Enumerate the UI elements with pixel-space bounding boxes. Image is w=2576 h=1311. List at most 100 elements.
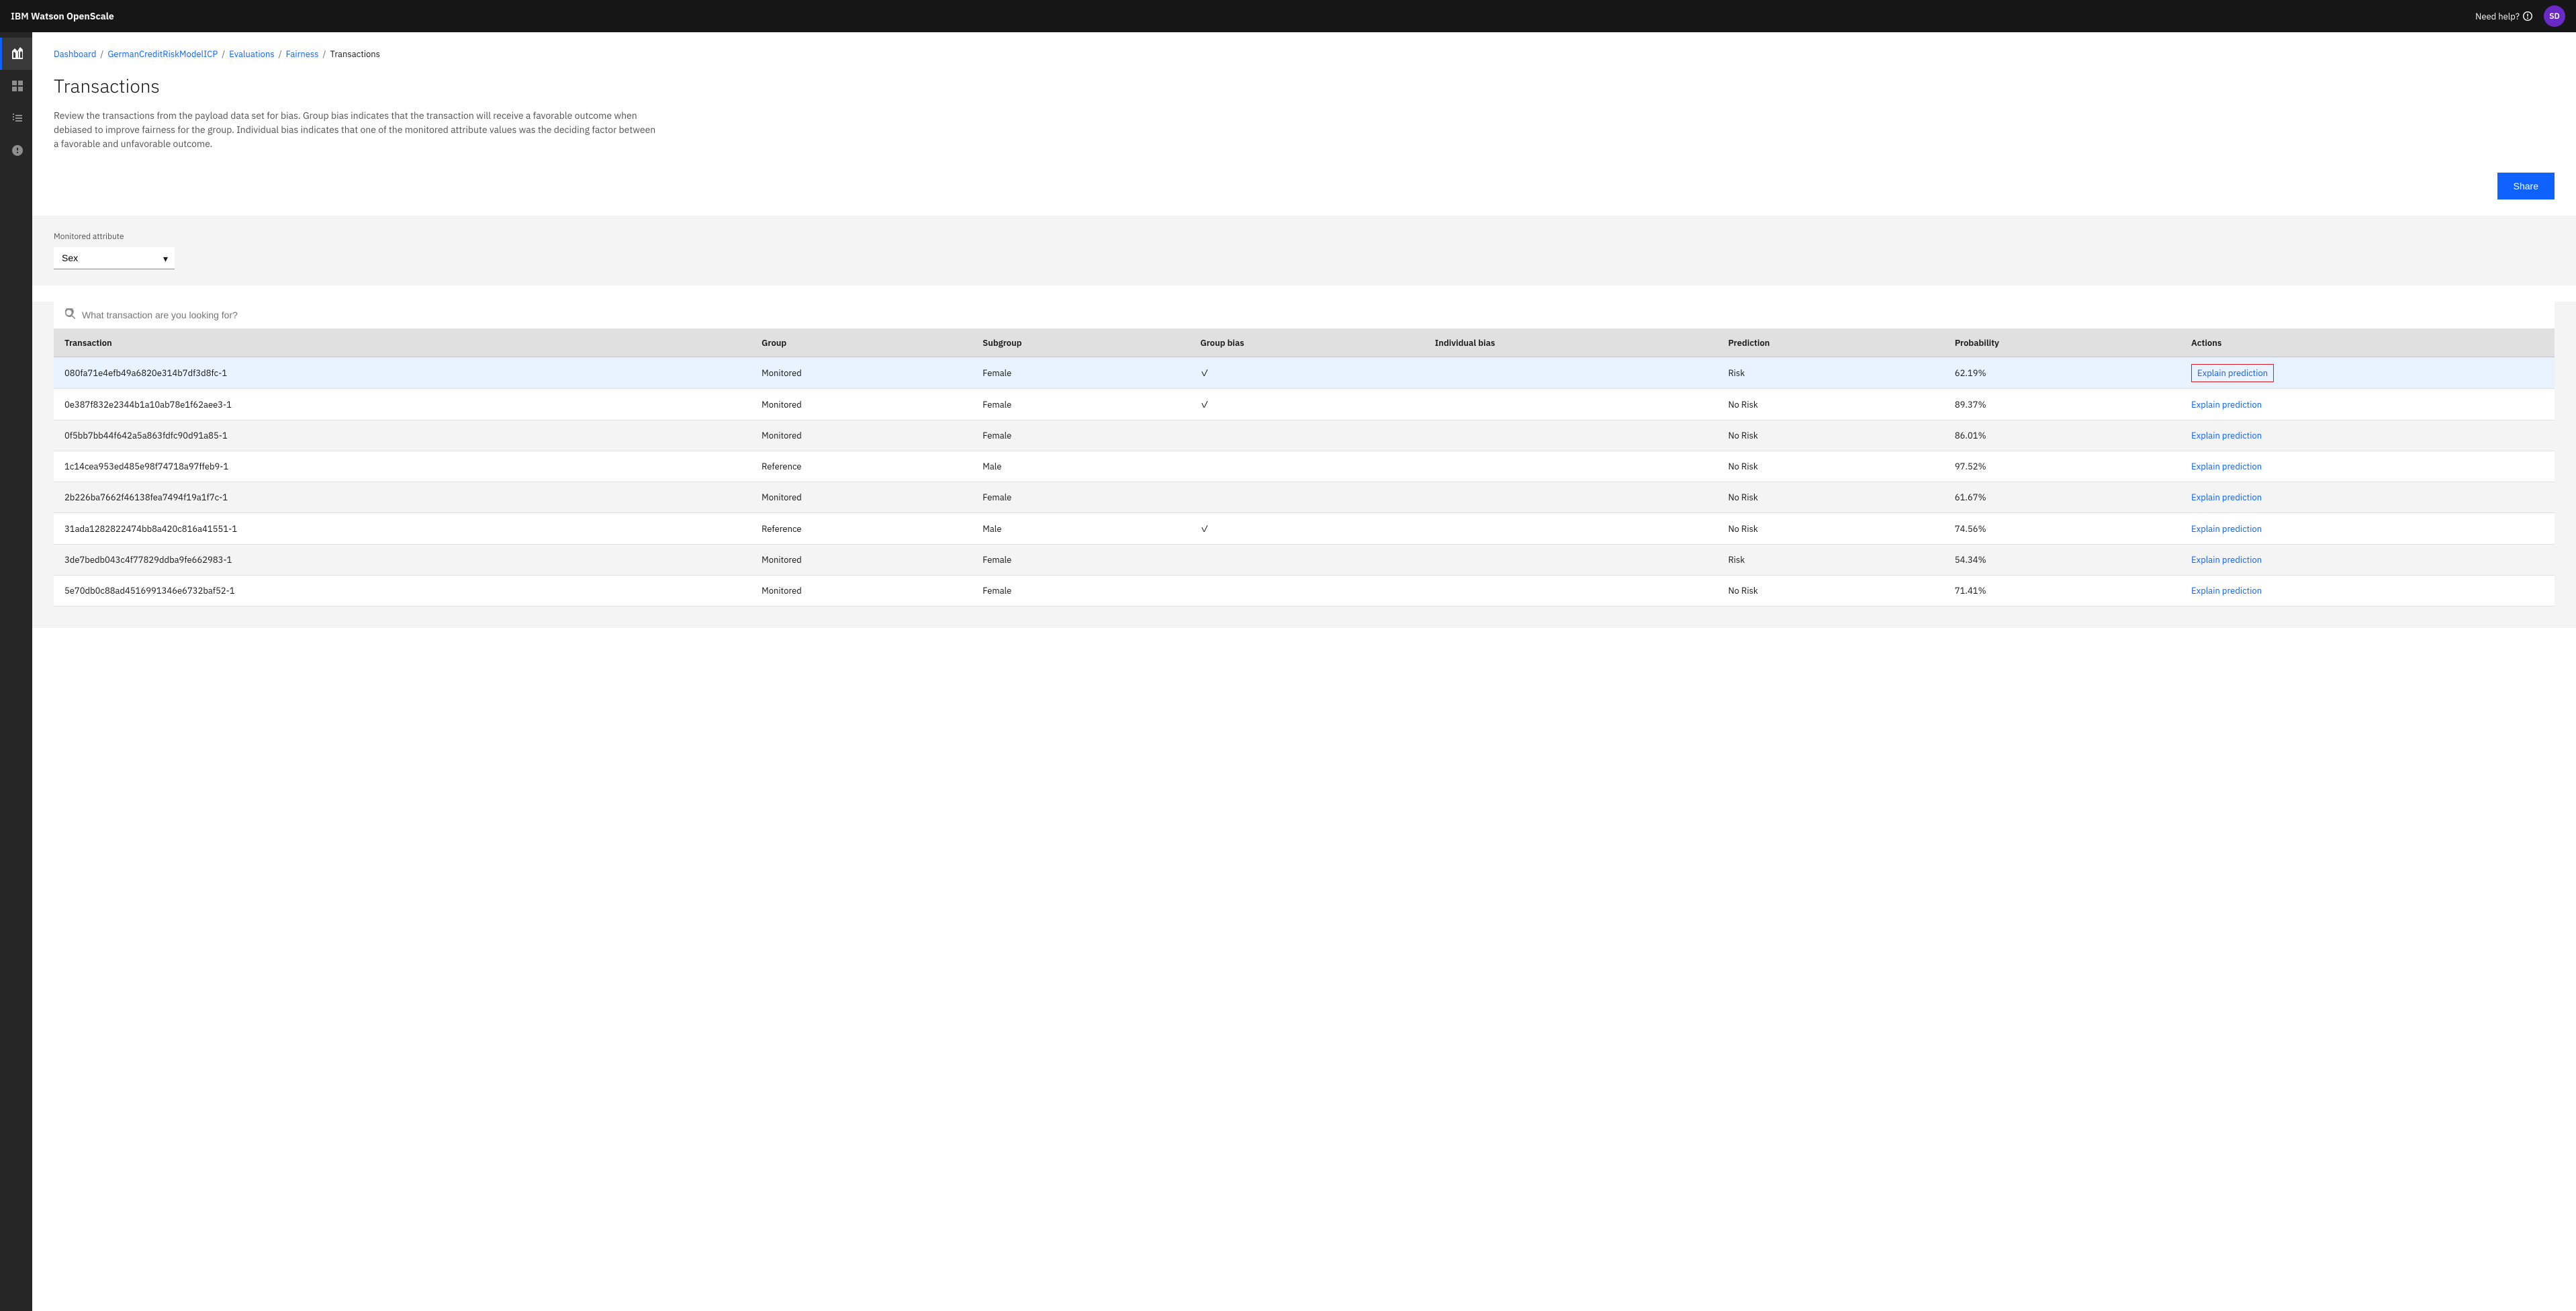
cell-probability: 86.01% — [1944, 420, 2180, 451]
cell-prediction: No Risk — [1717, 576, 1943, 606]
avatar[interactable]: SD — [2544, 5, 2565, 27]
cell-individual-bias — [1424, 576, 1718, 606]
table-row: 31ada1282822474bb8a420c816a41551-1Refere… — [54, 513, 2555, 545]
monitored-attribute-dropdown[interactable]: Sex Age — [54, 247, 175, 269]
cell-group: Monitored — [751, 357, 972, 389]
col-header-group: Group — [751, 329, 972, 357]
breadcrumb-model[interactable]: GermanCreditRiskModelICP — [107, 48, 218, 60]
cell-subgroup: Male — [972, 513, 1189, 545]
cell-prediction: No Risk — [1717, 451, 1943, 482]
breadcrumb-evaluations[interactable]: Evaluations — [229, 48, 274, 60]
sidebar-item-tune[interactable] — [0, 102, 32, 134]
help-icon — [11, 144, 24, 157]
cell-individual-bias — [1424, 482, 1718, 513]
cell-individual-bias — [1424, 545, 1718, 576]
breadcrumb-sep-2: / — [222, 48, 225, 60]
breadcrumb-sep-1: / — [100, 48, 103, 60]
cell-group: Monitored — [751, 482, 972, 513]
cell-group-bias: ✓ — [1189, 389, 1424, 420]
cell-group-bias — [1189, 451, 1424, 482]
transactions-table: Transaction Group Subgroup Group bias In… — [54, 329, 2555, 606]
table-row: 1c14cea953ed485e98f74718a97ffeb9-1Refere… — [54, 451, 2555, 482]
sidebar-item-help[interactable] — [0, 134, 32, 167]
cell-group-bias — [1189, 576, 1424, 606]
checkmark-icon: ✓ — [1200, 523, 1209, 535]
table-section: Transaction Group Subgroup Group bias In… — [32, 329, 2576, 628]
cell-group: Monitored — [751, 545, 972, 576]
filter-section: Monitored attribute Sex Age — [32, 216, 2576, 285]
cell-probability: 71.41% — [1944, 576, 2180, 606]
share-section: Share — [54, 173, 2555, 199]
sidebar-item-grid[interactable] — [0, 70, 32, 102]
analytics-icon — [11, 47, 24, 60]
sidebar-item-analytics[interactable] — [0, 38, 32, 70]
table-row: 5e70db0c88ad4516991346e6732baf52-1Monito… — [54, 576, 2555, 606]
col-header-transaction: Transaction — [54, 329, 751, 357]
cell-actions: Explain prediction — [2180, 420, 2555, 451]
cell-probability: 61.67% — [1944, 482, 2180, 513]
breadcrumb-current: Transactions — [330, 48, 380, 60]
cell-subgroup: Female — [972, 545, 1189, 576]
cell-prediction: Risk — [1717, 357, 1943, 389]
cell-transaction: 1c14cea953ed485e98f74718a97ffeb9-1 — [54, 451, 751, 482]
table-header-row: Transaction Group Subgroup Group bias In… — [54, 329, 2555, 357]
breadcrumb-sep-4: / — [323, 48, 326, 60]
cell-prediction: No Risk — [1717, 420, 1943, 451]
cell-transaction: 3de7bedb043c4f77829ddba9fe662983-1 — [54, 545, 751, 576]
tune-icon — [11, 111, 24, 125]
breadcrumb-fairness[interactable]: Fairness — [286, 48, 319, 60]
cell-transaction: 2b226ba7662f46138fea7494f19a1f7c-1 — [54, 482, 751, 513]
col-header-individual-bias: Individual bias — [1424, 329, 1718, 357]
cell-actions: Explain prediction — [2180, 482, 2555, 513]
need-help-link[interactable]: Need help? — [2475, 11, 2533, 22]
cell-prediction: No Risk — [1717, 513, 1943, 545]
cell-probability: 89.37% — [1944, 389, 2180, 420]
cell-actions: Explain prediction — [2180, 389, 2555, 420]
checkmark-icon: ✓ — [1200, 367, 1209, 379]
dropdown-wrapper: Sex Age — [54, 247, 175, 269]
table-row: 3de7bedb043c4f77829ddba9fe662983-1Monito… — [54, 545, 2555, 576]
cell-group-bias — [1189, 482, 1424, 513]
cell-actions: Explain prediction — [2180, 545, 2555, 576]
col-header-subgroup: Subgroup — [972, 329, 1189, 357]
cell-probability: 54.34% — [1944, 545, 2180, 576]
breadcrumb-dashboard[interactable]: Dashboard — [54, 48, 96, 60]
sidebar — [0, 32, 32, 1311]
cell-actions: Explain prediction — [2180, 451, 2555, 482]
page-description: Review the transactions from the payload… — [54, 109, 658, 151]
explain-prediction-link[interactable]: Explain prediction — [2191, 523, 2262, 535]
explain-prediction-link[interactable]: Explain prediction — [2191, 554, 2262, 566]
brand-name: IBM Watson OpenScale — [11, 10, 114, 22]
cell-transaction: 0e387f832e2344b1a10ab78e1f62aee3-1 — [54, 389, 751, 420]
explain-prediction-link[interactable]: Explain prediction — [2191, 430, 2262, 441]
cell-transaction: 5e70db0c88ad4516991346e6732baf52-1 — [54, 576, 751, 606]
cell-individual-bias — [1424, 357, 1718, 389]
explain-prediction-link[interactable]: Explain prediction — [2191, 364, 2274, 382]
cell-subgroup: Female — [972, 420, 1189, 451]
search-section — [32, 302, 2576, 329]
explain-prediction-link[interactable]: Explain prediction — [2191, 399, 2262, 410]
explain-prediction-link[interactable]: Explain prediction — [2191, 461, 2262, 472]
cell-prediction: Risk — [1717, 545, 1943, 576]
explain-prediction-link[interactable]: Explain prediction — [2191, 492, 2262, 503]
explain-prediction-link[interactable]: Explain prediction — [2191, 585, 2262, 596]
cell-group: Monitored — [751, 420, 972, 451]
search-input[interactable] — [82, 310, 2544, 320]
cell-transaction: 080fa71e4efb49a6820e314b7df3d8fc-1 — [54, 357, 751, 389]
cell-subgroup: Female — [972, 482, 1189, 513]
top-nav-left: IBM Watson OpenScale — [11, 10, 114, 22]
table-row: 080fa71e4efb49a6820e314b7df3d8fc-1Monito… — [54, 357, 2555, 389]
top-nav-right: Need help? SD — [2475, 5, 2565, 27]
cell-actions: Explain prediction — [2180, 513, 2555, 545]
cell-subgroup: Female — [972, 357, 1189, 389]
chat-icon — [2522, 11, 2533, 21]
cell-individual-bias — [1424, 420, 1718, 451]
grid-icon — [11, 79, 24, 93]
cell-group: Monitored — [751, 576, 972, 606]
cell-actions: Explain prediction — [2180, 357, 2555, 389]
share-button[interactable]: Share — [2497, 173, 2555, 199]
cell-subgroup: Male — [972, 451, 1189, 482]
breadcrumb-sep-3: / — [279, 48, 282, 60]
cell-group-bias: ✓ — [1189, 513, 1424, 545]
breadcrumb: Dashboard / GermanCreditRiskModelICP / E… — [54, 48, 2555, 60]
